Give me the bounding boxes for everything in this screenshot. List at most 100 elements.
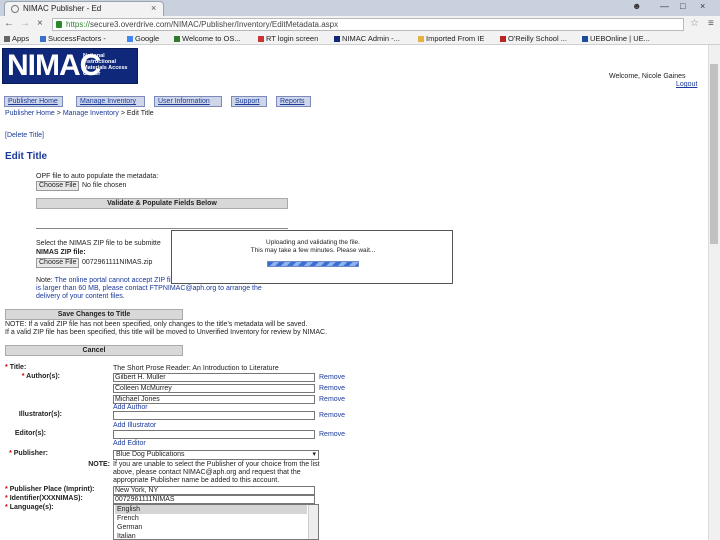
save-note: NOTE: If a valid ZIP file has not been s… xyxy=(5,321,328,336)
bookmark-google[interactable]: Google xyxy=(127,34,159,43)
language-option[interactable]: English xyxy=(115,505,307,514)
user-profile-icon[interactable]: ☻ xyxy=(632,1,641,11)
remove-editor-link[interactable]: Remove xyxy=(319,431,345,438)
publisher-select[interactable]: Blue Dog Publications ▾ xyxy=(113,450,319,460)
publisher-label: * Publisher: xyxy=(9,450,48,457)
breadcrumb-current: Edit Title xyxy=(126,110,154,117)
maximize-icon[interactable]: □ xyxy=(680,1,685,11)
author-field[interactable]: Colleen McMurrey xyxy=(113,384,315,393)
stop-icon[interactable]: × xyxy=(37,18,43,29)
authors-label: * Author(s): xyxy=(21,373,60,380)
divider xyxy=(36,228,288,229)
upload-progress-dialog: Uploading and validating the file. This … xyxy=(171,230,453,284)
remove-author-link[interactable]: Remove xyxy=(319,385,345,392)
add-editor-link[interactable]: Add Editor xyxy=(113,440,146,447)
bookmarks-bar: Apps SuccessFactors - Google Welcome to … xyxy=(0,33,720,45)
bookmark-uebonline[interactable]: UEBOnline | UE... xyxy=(582,34,650,43)
add-illustrator-link[interactable]: Add Illustrator xyxy=(113,422,156,429)
google-icon xyxy=(127,36,133,42)
bookmark-star-icon[interactable]: ☆ xyxy=(690,18,699,29)
cancel-button[interactable]: Cancel xyxy=(5,345,183,356)
zip-choose-file-button[interactable]: Choose File xyxy=(36,258,80,268)
browser-menu-icon[interactable]: ≡ xyxy=(708,18,714,29)
close-window-icon[interactable]: × xyxy=(700,1,705,11)
nav-user-information[interactable]: User Information xyxy=(154,96,222,107)
folder-icon xyxy=(418,36,424,42)
welcome-site-icon xyxy=(174,36,180,42)
successfactors-icon xyxy=(40,36,46,42)
bookmark-apps[interactable]: Apps xyxy=(4,34,29,43)
nav-support[interactable]: Support xyxy=(231,96,267,107)
favicon-icon xyxy=(11,5,19,13)
close-tab-icon[interactable]: × xyxy=(151,3,156,13)
opf-choose-file-button[interactable]: Choose File xyxy=(36,181,80,191)
illustrators-label: Illustrator(s): xyxy=(18,411,62,418)
save-changes-button[interactable]: Save Changes to Title xyxy=(5,309,183,320)
oreilly-icon xyxy=(500,36,506,42)
upload-progress-bar xyxy=(267,261,359,267)
back-icon[interactable]: ← xyxy=(4,18,14,29)
language-label: * Language(s): xyxy=(5,504,54,511)
remove-author-link[interactable]: Remove xyxy=(319,374,345,381)
bookmark-rt-login[interactable]: RT login screen xyxy=(258,34,318,43)
zip-filename: 0072961111NIMAS.zip xyxy=(82,259,153,266)
listbox-scrollbar[interactable] xyxy=(308,505,318,539)
identifier-field[interactable]: 0072961111NIMAS xyxy=(113,495,315,504)
title-value[interactable]: The Short Prose Reader: An Introduction … xyxy=(113,365,279,372)
publisher-note: If you are unable to select the Publishe… xyxy=(113,461,320,484)
forward-icon[interactable]: → xyxy=(20,18,30,29)
nav-manage-inventory[interactable]: Manage Inventory xyxy=(76,96,145,107)
nimac-logo[interactable]: NIMAC National Instructional Materials A… xyxy=(2,48,138,84)
language-option[interactable]: Italian xyxy=(115,532,307,540)
delete-title-link[interactable]: [Delete Title] xyxy=(5,132,44,139)
opf-label: OPF file to auto populate the metadata: xyxy=(36,173,159,180)
address-bar[interactable]: https://secure3.overdrive.com/NIMAC/Publ… xyxy=(52,18,684,31)
bookmark-nimac-admin[interactable]: NIMAC Admin -... xyxy=(334,34,400,43)
bookmark-imported[interactable]: Imported From IE xyxy=(418,34,484,43)
editors-label: Editor(s): xyxy=(14,430,46,437)
publisher-note-label: NOTE: xyxy=(88,461,110,468)
upload-message: Uploading and validating the file. xyxy=(266,239,360,246)
logo-subtitle: National Instructional Materials Access … xyxy=(83,53,128,77)
apps-grid-icon xyxy=(4,36,10,42)
welcome-text: Welcome, Nicole Gaines xyxy=(609,73,686,80)
opf-no-file-text: No file chosen xyxy=(82,182,127,189)
author-field[interactable]: Gilbert H. Muller xyxy=(113,373,315,382)
breadcrumb-home[interactable]: Publisher Home xyxy=(5,110,55,117)
editor-field[interactable] xyxy=(113,430,315,439)
bookmark-successfactors[interactable]: SuccessFactors - xyxy=(40,34,106,43)
language-listbox[interactable]: English French German Italian xyxy=(113,504,319,540)
browser-tab[interactable]: NIMAC Publisher - Ed × xyxy=(4,1,164,16)
chevron-down-icon: ▾ xyxy=(312,451,316,458)
nav-reports[interactable]: Reports xyxy=(276,96,311,107)
language-option[interactable]: French xyxy=(115,514,307,523)
minimize-icon[interactable]: — xyxy=(660,1,669,11)
remove-author-link[interactable]: Remove xyxy=(319,396,345,403)
breadcrumb-inventory[interactable]: Manage Inventory xyxy=(63,110,119,117)
upload-wait-message: This may take a few minutes. Please wait… xyxy=(250,247,376,254)
scrollbar-thumb[interactable] xyxy=(710,64,718,244)
bookmark-welcome-os[interactable]: Welcome to OS... xyxy=(174,34,241,43)
ueb-icon xyxy=(582,36,588,42)
url-text: https://secure3.overdrive.com/NIMAC/Publ… xyxy=(66,20,339,29)
zip-select-label: Select the NIMAS ZIP file to be submitte xyxy=(36,240,161,247)
lock-icon xyxy=(56,21,62,28)
page-title: Edit Title xyxy=(5,151,48,162)
remove-illustrator-link[interactable]: Remove xyxy=(319,412,345,419)
nimac-icon xyxy=(334,36,340,42)
place-field[interactable]: New York, NY xyxy=(113,486,315,495)
language-option[interactable]: German xyxy=(115,523,307,532)
author-field[interactable]: Michael Jones xyxy=(113,395,315,404)
rt-icon xyxy=(258,36,264,42)
zip-heading: NIMAS ZIP file: xyxy=(36,249,86,256)
logout-link[interactable]: Logout xyxy=(676,81,697,88)
identifier-label: * Identifier(XXXNIMAS): xyxy=(5,495,83,502)
nav-publisher-home[interactable]: Publisher Home xyxy=(4,96,63,107)
breadcrumb: Publisher Home > Manage Inventory > Edit… xyxy=(5,110,154,117)
validate-populate-button[interactable]: Validate & Populate Fields Below xyxy=(36,198,288,209)
bookmark-oreilly[interactable]: O'Reilly School ... xyxy=(500,34,567,43)
illustrator-field[interactable] xyxy=(113,411,315,420)
breadcrumb-sep: > xyxy=(56,110,61,117)
add-author-link[interactable]: Add Author xyxy=(113,404,148,411)
title-label: * Title: xyxy=(5,364,27,371)
